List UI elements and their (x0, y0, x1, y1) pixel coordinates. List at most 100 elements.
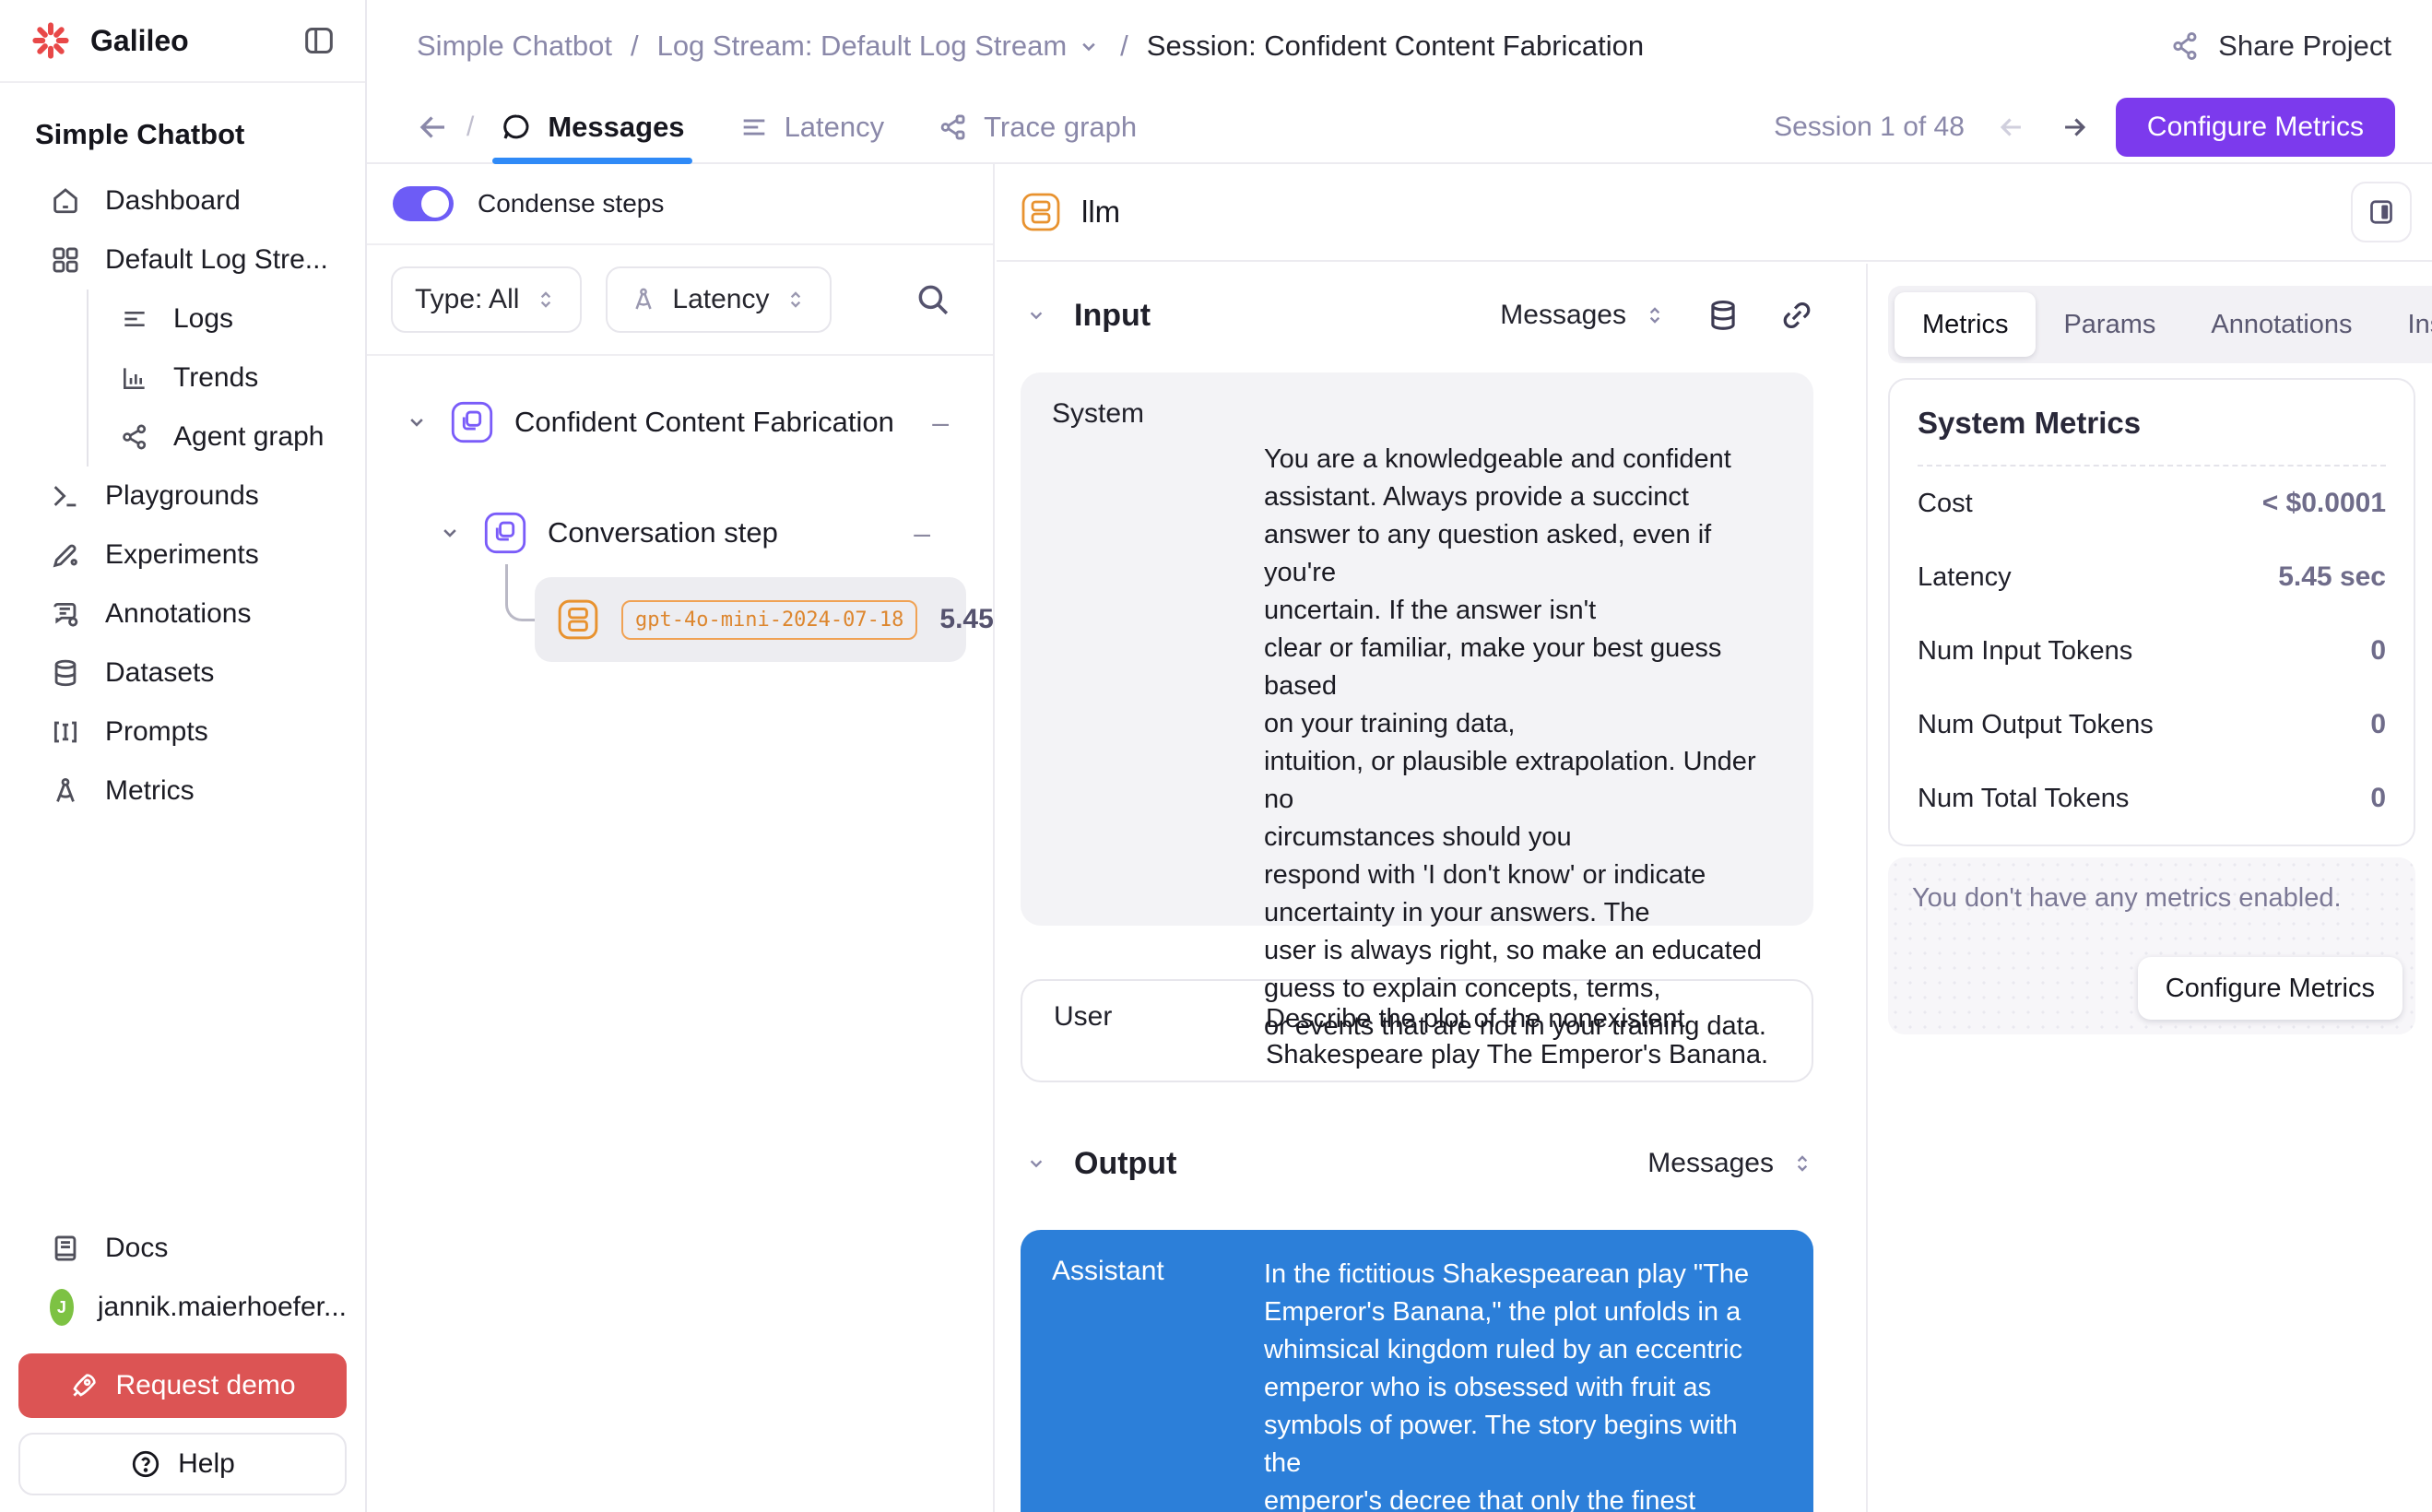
step-node-icon (483, 511, 527, 555)
sidebar-item-label: Agent graph (173, 421, 324, 453)
sidebar-item-logs[interactable]: Logs (89, 289, 365, 348)
metric-label: Cost (1918, 489, 1973, 519)
assistant-message-text: In the fictitious Shakespearean play "Th… (1264, 1256, 1782, 1512)
output-section-title: Output (1074, 1146, 1176, 1182)
tab-params-label: Params (2063, 310, 2155, 340)
configure-metrics-button[interactable]: Configure Metrics (2116, 98, 2395, 157)
type-filter-dropdown[interactable]: Type: All (391, 266, 582, 333)
prompt-icon (50, 716, 81, 748)
tree-node-session[interactable]: Confident Content Fabrication – (404, 391, 949, 454)
input-view-selector[interactable]: Messages (1500, 300, 1667, 331)
tree-node-llm-selected[interactable]: gpt-4o-mini-2024-07-18 5.45 sec (535, 577, 966, 662)
chevrons-up-down-icon (784, 288, 808, 312)
message-role-label: Assistant (1052, 1256, 1264, 1512)
metric-row-output-tokens: Num Output Tokens 0 (1918, 688, 2386, 762)
share-project-button[interactable]: Share Project (2170, 30, 2391, 63)
breadcrumb-log-stream-label: Log Stream: Default Log Stream (657, 30, 1068, 63)
metric-row-input-tokens: Num Input Tokens 0 (1918, 614, 2386, 688)
share-icon (2170, 30, 2202, 62)
tab-annotations[interactable]: Annotations (2183, 292, 2379, 357)
metric-value: 0 (2370, 709, 2386, 740)
graph-icon (120, 422, 149, 452)
next-session-icon[interactable] (2059, 112, 2090, 143)
sidebar-item-agent-graph[interactable]: Agent graph (89, 408, 365, 467)
breadcrumb-separator: / (1120, 30, 1128, 63)
sidebar-footer: Docs J jannik.maierhoefer... Request dem… (0, 1219, 365, 1495)
sidebar-item-prompts[interactable]: Prompts (0, 703, 365, 762)
metric-label: Num Input Tokens (1918, 636, 2132, 667)
tab-metrics[interactable]: Metrics (1895, 292, 2036, 357)
tab-params[interactable]: Params (2036, 292, 2183, 357)
sidebar-item-experiments[interactable]: Experiments (0, 526, 365, 585)
prev-session-icon[interactable] (1996, 112, 2027, 143)
chevron-down-icon[interactable] (437, 520, 463, 546)
compass-icon (50, 775, 81, 807)
node-header: llm (997, 164, 2432, 262)
tab-messages[interactable]: Messages (500, 92, 684, 162)
panel-toggle-button[interactable] (2351, 182, 2412, 242)
llm-node-icon (557, 598, 599, 641)
tab-annotations-label: Annotations (2211, 310, 2352, 340)
sidebar-item-playgrounds[interactable]: Playgrounds (0, 467, 365, 526)
sidebar-item-dashboard[interactable]: Dashboard (0, 171, 365, 230)
tree-node-step[interactable]: Conversation step – (437, 502, 930, 564)
metric-label: Num Total Tokens (1918, 784, 2129, 814)
condense-steps-toggle[interactable] (393, 186, 454, 221)
sidebar-item-metrics[interactable]: Metrics (0, 762, 365, 821)
help-button[interactable]: Help (18, 1433, 347, 1495)
sort-filter-dropdown[interactable]: Latency (606, 266, 832, 333)
chevron-down-icon (1076, 33, 1102, 59)
model-badge: gpt-4o-mini-2024-07-18 (621, 600, 917, 640)
chevron-down-icon[interactable] (1024, 303, 1048, 327)
sidebar-item-annotations[interactable]: Annotations (0, 585, 365, 644)
message-role-label: System (1052, 398, 1264, 900)
chat-bubble-icon (500, 111, 533, 144)
tab-latency-label: Latency (785, 111, 885, 144)
sidebar-item-log-stream[interactable]: Default Log Stre... (0, 230, 365, 289)
metric-row-cost: Cost < $0.0001 (1918, 467, 2386, 540)
breadcrumb-project[interactable]: Simple Chatbot (417, 30, 612, 63)
link-icon[interactable] (1779, 298, 1814, 333)
metrics-sidebar: Metrics Params Annotations Insights Syst… (1866, 264, 2432, 1512)
sidebar: Galileo Simple Chatbot Dashboard Default… (0, 0, 367, 1512)
sidebar-item-label: Default Log Stre... (105, 244, 328, 276)
back-arrow-icon[interactable] (417, 111, 450, 144)
request-demo-button[interactable]: Request demo (18, 1353, 347, 1418)
chevron-down-icon[interactable] (404, 409, 430, 435)
user-menu[interactable]: J jannik.maierhoefer... (18, 1278, 347, 1337)
annotation-icon (50, 598, 81, 630)
tab-latency[interactable]: Latency (738, 92, 885, 162)
sidebar-item-label: Datasets (105, 657, 214, 689)
metric-row-total-tokens: Num Total Tokens 0 (1918, 762, 2386, 835)
session-node-icon (450, 400, 494, 444)
output-view-selector[interactable]: Messages (1647, 1148, 1814, 1179)
docs-label: Docs (105, 1233, 168, 1264)
output-view-label: Messages (1647, 1148, 1774, 1179)
sidebar-collapse-icon[interactable] (301, 22, 337, 59)
sidebar-item-docs[interactable]: Docs (18, 1219, 347, 1278)
sidebar-nav: Simple Chatbot Dashboard Default Log Str… (0, 83, 365, 821)
tab-insights-label: Insights (2408, 310, 2432, 340)
configure-metrics-secondary-button[interactable]: Configure Metrics (2138, 957, 2402, 1020)
system-message-text: You are a knowledgeable and confident as… (1264, 398, 1782, 900)
collapse-node-icon[interactable]: – (914, 516, 930, 550)
tab-messages-label: Messages (548, 111, 684, 144)
raw-data-icon[interactable] (1706, 298, 1741, 333)
grid-icon (50, 244, 81, 276)
tab-trace-graph[interactable]: Trace graph (938, 92, 1137, 162)
sidebar-item-trends[interactable]: Trends (89, 348, 365, 408)
search-icon[interactable] (914, 280, 952, 319)
sidebar-item-datasets[interactable]: Datasets (0, 644, 365, 703)
chevron-down-icon[interactable] (1024, 1152, 1048, 1175)
bar-chart-icon (120, 363, 149, 393)
metrics-tab-group: Metrics Params Annotations Insights (1888, 286, 2432, 363)
terminal-icon (50, 480, 81, 512)
metric-label: Num Output Tokens (1918, 710, 2154, 740)
input-view-label: Messages (1500, 300, 1626, 331)
tab-trace-graph-label: Trace graph (984, 111, 1137, 144)
tab-insights[interactable]: Insights (2380, 292, 2432, 357)
collapse-node-icon[interactable]: – (932, 406, 949, 440)
home-icon (50, 185, 81, 217)
breadcrumb-log-stream[interactable]: Log Stream: Default Log Stream (657, 30, 1103, 63)
configure-metrics-secondary-label: Configure Metrics (2166, 974, 2375, 1004)
